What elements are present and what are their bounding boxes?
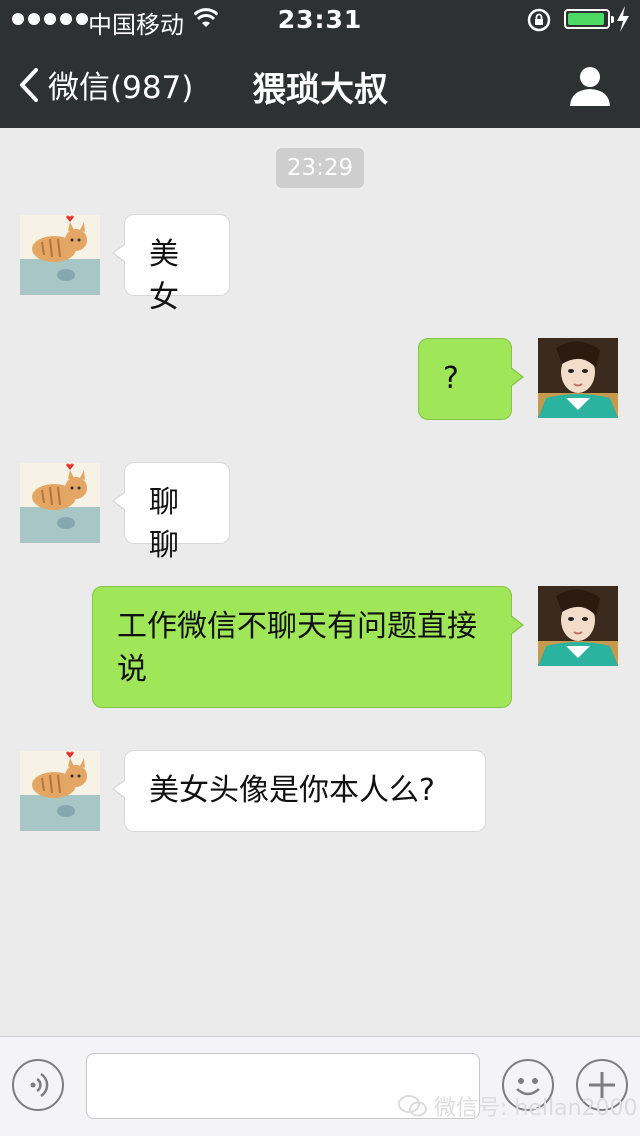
message-bubble-received[interactable]: 美女头像是你本人么? bbox=[112, 750, 486, 832]
wechat-logo-icon bbox=[398, 1095, 427, 1117]
message-text: 聊聊 bbox=[149, 485, 179, 563]
message-text: 美女 bbox=[149, 237, 179, 315]
top-bar: 中国移动 23:31 微信(987) 猥琐大叔 bbox=[0, 0, 640, 128]
rotation-lock-icon bbox=[527, 8, 551, 32]
watermark-text: 微信号: hellan2000 bbox=[434, 1096, 638, 1121]
contact-avatar[interactable] bbox=[20, 215, 100, 295]
charging-icon bbox=[617, 6, 629, 32]
message-bubble-sent[interactable]: ? bbox=[418, 338, 524, 420]
my-avatar[interactable] bbox=[538, 338, 618, 418]
message-text: 美女头像是你本人么? bbox=[149, 773, 435, 808]
message-text: 工作微信不聊天有问题直接说 bbox=[117, 609, 477, 687]
message-text: ? bbox=[443, 361, 459, 396]
contact-avatar[interactable] bbox=[20, 751, 100, 831]
battery-icon bbox=[564, 9, 614, 29]
contact-profile-icon[interactable] bbox=[568, 64, 612, 108]
watermark: 微信号: hellan2000 bbox=[398, 1090, 638, 1122]
message-bubble-sent[interactable]: 工作微信不聊天有问题直接说 bbox=[92, 586, 524, 708]
status-bar: 中国移动 23:31 bbox=[0, 0, 640, 40]
voice-button[interactable] bbox=[12, 1059, 64, 1111]
message-timestamp: 23:29 bbox=[276, 148, 364, 188]
voice-icon bbox=[30, 1072, 49, 1098]
contact-avatar[interactable] bbox=[20, 463, 100, 543]
message-bubble-received[interactable]: 聊聊 bbox=[112, 462, 230, 563]
my-avatar[interactable] bbox=[538, 586, 618, 666]
nav-bar: 微信(987) 猥琐大叔 bbox=[0, 40, 640, 128]
message-bubble-received[interactable]: 美女 bbox=[112, 214, 230, 315]
page-title: 猥琐大叔 bbox=[252, 70, 388, 110]
